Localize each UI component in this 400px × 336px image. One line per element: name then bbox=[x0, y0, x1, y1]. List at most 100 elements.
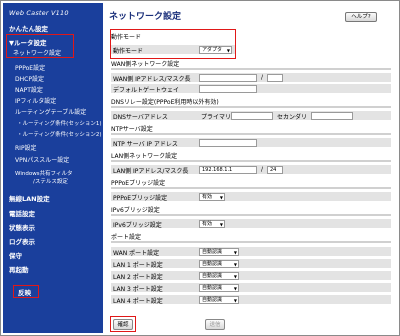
port-label: LAN 2 ポート設定 bbox=[113, 274, 163, 281]
sidebar-item-pppoe[interactable]: PPPoE設定 bbox=[15, 63, 45, 72]
sidebar: Web Caster V110 かんたん設定 ▼ルータ設定 ネットワーク設定 P… bbox=[3, 3, 103, 333]
ntp-input[interactable] bbox=[199, 139, 257, 147]
mode-label: 動作モード bbox=[113, 48, 144, 55]
section-mode: 動作モード bbox=[111, 34, 142, 41]
port-select-value: 自動認識 bbox=[202, 297, 223, 303]
row-gateway: デフォルトゲートウェイ bbox=[111, 84, 391, 94]
main-panel: ネットワーク設定 ヘルプ? 動作モード 動作モード アダプタ ▼ WAN側ネット… bbox=[105, 3, 399, 333]
gateway-input[interactable] bbox=[199, 85, 257, 93]
sidebar-item-log[interactable]: ログ表示 bbox=[9, 236, 35, 246]
ntp-label: NTP サーバ IP アドレス bbox=[113, 141, 178, 148]
row-ntp: NTP サーバ IP アドレス bbox=[111, 138, 391, 148]
sidebar-item-routing-s2[interactable]: ・ルーティング条件(セッション2) bbox=[17, 130, 101, 138]
pppoe-label: PPPoEブリッジ設定 bbox=[113, 195, 168, 202]
sidebar-item-windows[interactable]: Windows共有フィルタ bbox=[15, 169, 72, 177]
sidebar-item-routing[interactable]: ルーティングテーブル設定 bbox=[15, 107, 86, 116]
wan-slash: / bbox=[261, 74, 264, 81]
row-wan-ip: WAN側 IPアドレス/マスク長 / bbox=[111, 73, 391, 83]
section-lan: LAN側ネットワーク設定 bbox=[111, 153, 178, 160]
section-port: ポート設定 bbox=[111, 234, 142, 241]
lan-mask-input[interactable]: 24 bbox=[267, 166, 283, 174]
row-port-wan: WAN ポート設定 自動認識 ▼ bbox=[111, 247, 391, 257]
port-label: LAN 1 ポート設定 bbox=[113, 262, 163, 269]
port-select-value: 自動認識 bbox=[202, 261, 223, 267]
separator bbox=[111, 214, 391, 216]
lan-ip-input[interactable]: 192.168.1.1 bbox=[199, 166, 257, 174]
port-wan-select[interactable]: 自動認識 ▼ bbox=[199, 248, 239, 256]
row-dns: DNSサーバアドレス プライマリ セカンダリ bbox=[111, 111, 391, 121]
port-lan3-select[interactable]: 自動認識 ▼ bbox=[199, 284, 239, 292]
chevron-down-icon: ▼ bbox=[233, 274, 237, 279]
mode-select[interactable]: アダプタ ▼ bbox=[199, 46, 232, 54]
port-select-value: 自動認識 bbox=[202, 285, 223, 291]
pppoe-select[interactable]: 有効 ▼ bbox=[199, 193, 225, 201]
separator bbox=[111, 68, 391, 70]
chevron-down-icon: ▼ bbox=[233, 298, 237, 303]
section-ipv6: IPv6ブリッジ設定 bbox=[111, 207, 160, 214]
sidebar-item-routing-s1[interactable]: ・ルーティング条件(セッション1) bbox=[17, 119, 101, 127]
lan-ip-label: LAN側 IPアドレス/マスク長 bbox=[113, 168, 189, 175]
sidebar-item-kantan[interactable]: かんたん設定 bbox=[9, 23, 48, 33]
sidebar-item-rip[interactable]: RIP設定 bbox=[15, 143, 37, 152]
row-port-lan1: LAN 1 ポート設定 自動認識 ▼ bbox=[111, 259, 391, 269]
confirm-button[interactable]: 確認 bbox=[113, 319, 133, 330]
wan-ip-input[interactable] bbox=[199, 74, 257, 82]
port-label: WAN ポート設定 bbox=[113, 250, 160, 257]
app-logo: Web Caster V110 bbox=[9, 9, 69, 17]
sidebar-item-router[interactable]: ▼ルータ設定 bbox=[9, 37, 47, 47]
sidebar-item-phone[interactable]: 電話設定 bbox=[9, 208, 35, 218]
sidebar-item-vpn[interactable]: VPNパススルー設定 bbox=[15, 155, 69, 164]
sidebar-item-reboot[interactable]: 再起動 bbox=[9, 264, 29, 274]
gateway-label: デフォルトゲートウェイ bbox=[113, 87, 180, 94]
port-select-value: 自動認識 bbox=[202, 249, 223, 255]
apply-link[interactable]: 反映 bbox=[18, 287, 31, 297]
row-ipv6: IPv6ブリッジ設定 有効 ▼ bbox=[111, 219, 391, 229]
ipv6-select[interactable]: 有効 ▼ bbox=[199, 220, 225, 228]
sidebar-item-napt[interactable]: NAPT設定 bbox=[15, 85, 43, 94]
row-lan-ip: LAN側 IPアドレス/マスク長 192.168.1.1 / 24 bbox=[111, 165, 391, 175]
separator bbox=[111, 133, 391, 135]
row-port-lan2: LAN 2 ポート設定 自動認識 ▼ bbox=[111, 271, 391, 281]
dns-secondary-input[interactable] bbox=[311, 112, 353, 120]
dns-label: DNSサーバアドレス bbox=[113, 114, 168, 121]
port-lan2-select[interactable]: 自動認識 ▼ bbox=[199, 272, 239, 280]
wan-ip-label: WAN側 IPアドレス/マスク長 bbox=[113, 76, 191, 83]
page-title: ネットワーク設定 bbox=[109, 12, 182, 22]
port-lan4-select[interactable]: 自動認識 ▼ bbox=[199, 296, 239, 304]
separator bbox=[111, 187, 391, 189]
port-lan1-select[interactable]: 自動認識 ▼ bbox=[199, 260, 239, 268]
separator bbox=[111, 106, 391, 108]
send-button[interactable]: 送信 bbox=[205, 319, 225, 330]
chevron-down-icon: ▼ bbox=[219, 195, 223, 200]
mode-select-value: アダプタ bbox=[202, 47, 223, 53]
port-select-value: 自動認識 bbox=[202, 273, 223, 279]
section-pppoe: PPPoEブリッジ設定 bbox=[111, 180, 166, 187]
port-label: LAN 4 ポート設定 bbox=[113, 298, 163, 305]
chevron-down-icon: ▼ bbox=[226, 48, 230, 53]
section-dns-relay: DNSリレー設定(PPPoE利用時以外有効) bbox=[111, 99, 219, 106]
chevron-down-icon: ▼ bbox=[233, 262, 237, 267]
row-port-lan3: LAN 3 ポート設定 自動認識 ▼ bbox=[111, 283, 391, 293]
dns-primary-label: プライマリ bbox=[201, 114, 232, 121]
sidebar-item-windows-line2[interactable]: /ステルス設定 bbox=[33, 177, 68, 185]
wan-mask-input[interactable] bbox=[267, 74, 283, 82]
sidebar-item-dhcp[interactable]: DHCP設定 bbox=[15, 74, 44, 83]
chevron-down-icon: ▼ bbox=[233, 286, 237, 291]
ipv6-label: IPv6ブリッジ設定 bbox=[113, 222, 162, 229]
chevron-down-icon: ▼ bbox=[219, 222, 223, 227]
help-button[interactable]: ヘルプ? bbox=[345, 12, 377, 22]
window-frame: Web Caster V110 かんたん設定 ▼ルータ設定 ネットワーク設定 P… bbox=[0, 0, 400, 336]
separator bbox=[111, 160, 391, 162]
sidebar-item-network[interactable]: ネットワーク設定 bbox=[13, 48, 61, 57]
chevron-down-icon: ▼ bbox=[233, 250, 237, 255]
dns-primary-input[interactable] bbox=[231, 112, 273, 120]
section-wan: WAN側ネットワーク設定 bbox=[111, 61, 180, 68]
pppoe-select-value: 有効 bbox=[202, 194, 213, 200]
sidebar-item-wireless[interactable]: 無線LAN設定 bbox=[9, 193, 50, 203]
lan-slash: / bbox=[261, 166, 264, 173]
sidebar-item-ipfilter[interactable]: IPフィルタ設定 bbox=[15, 96, 56, 105]
separator bbox=[111, 241, 391, 243]
sidebar-item-maintenance[interactable]: 保守 bbox=[9, 250, 22, 260]
port-label: LAN 3 ポート設定 bbox=[113, 286, 163, 293]
sidebar-item-status[interactable]: 状態表示 bbox=[9, 222, 35, 232]
